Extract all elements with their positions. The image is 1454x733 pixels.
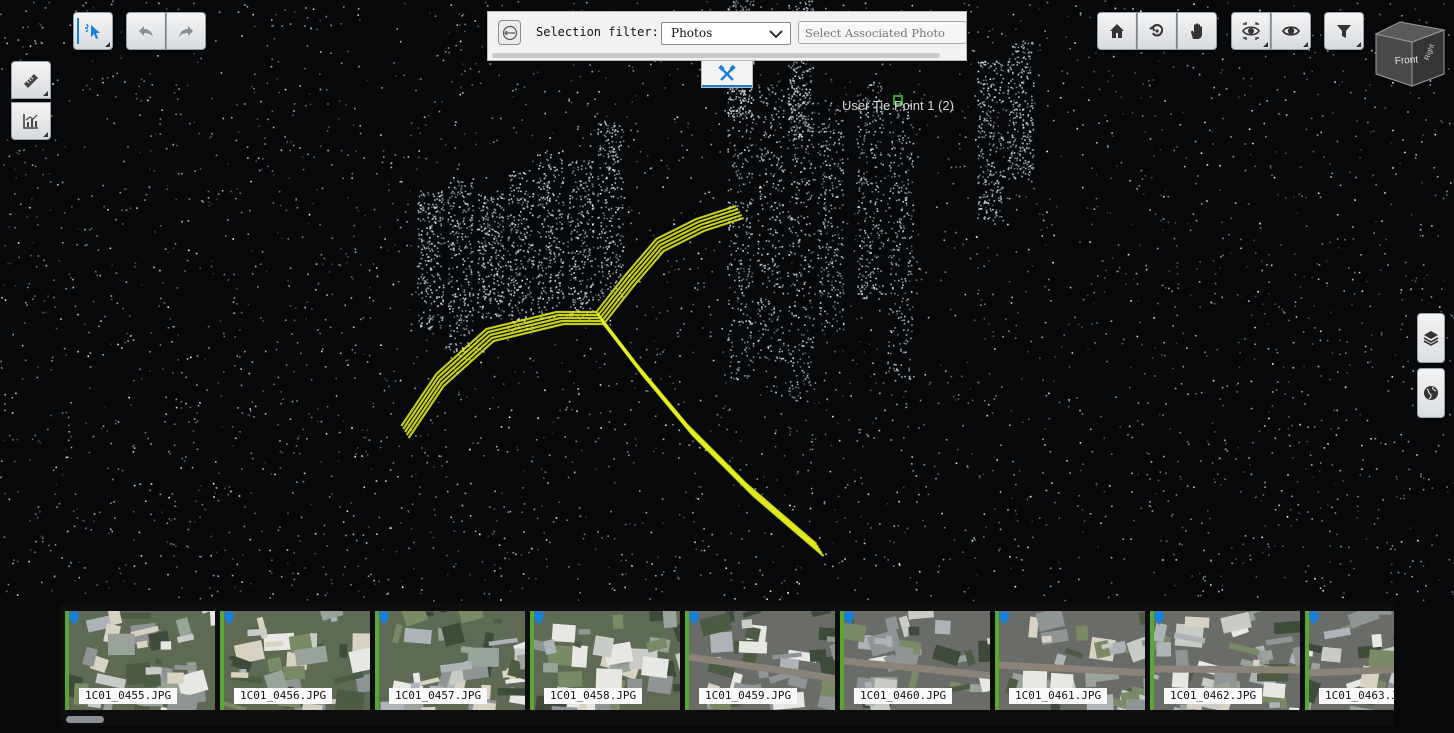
selection-filter-label: Selection filter:	[536, 25, 659, 39]
home-icon	[1110, 24, 1124, 38]
panel-scrollbar[interactable]	[492, 53, 940, 58]
chart-tool-button[interactable]	[11, 102, 51, 140]
location-pin-icon	[689, 611, 699, 625]
location-pin-icon	[534, 611, 544, 625]
undo-arrow-icon	[139, 26, 153, 37]
photo-thumbnail[interactable]: 1C01_0462.JPG	[1150, 611, 1300, 710]
location-pin-icon	[379, 611, 389, 625]
photo-thumbnail[interactable]: 1C01_0455.JPG	[65, 611, 215, 710]
collapse-panel-button[interactable]	[498, 20, 521, 45]
ruler-icon	[24, 74, 38, 88]
arrow-circle-icon	[502, 25, 517, 40]
photo-thumbnail[interactable]: 1C01_0461.JPG	[995, 611, 1145, 710]
pan-button[interactable]	[1177, 12, 1217, 50]
layers-button[interactable]	[1417, 313, 1445, 363]
layers-icon	[1423, 331, 1439, 346]
crossed-tools-icon	[718, 65, 736, 81]
eye-settings-icon	[1242, 22, 1260, 40]
photo-filename: 1C01_0455.JPG	[79, 688, 178, 704]
navigation-cube[interactable]: Front Right	[1374, 16, 1446, 88]
eye-icon	[1281, 26, 1301, 36]
associated-photo-input[interactable]	[798, 21, 967, 44]
globe-button[interactable]	[1417, 368, 1445, 418]
redo-arrow-icon	[179, 26, 193, 37]
chevron-down-icon	[769, 30, 783, 39]
funnel-icon	[1337, 25, 1351, 38]
select-tool-button[interactable]	[73, 12, 113, 50]
photo-thumbnail[interactable]: 1C01_0456.JPG	[220, 611, 370, 710]
photo-filmstrip[interactable]: 1C01_0455.JPG 1C01_0456.JPG 1C01_0457.JPG 1…	[60, 604, 1394, 726]
photo-filename: 1C01_0459.JPG	[699, 688, 798, 704]
photo-filename: 1C01_0456.JPG	[234, 688, 333, 704]
location-pin-icon	[999, 611, 1009, 625]
tie-point-label: User Tie Point 1 (2)	[842, 98, 954, 113]
nav-cube-front[interactable]: Front	[1394, 54, 1418, 67]
photo-filename: 1C01_0458.JPG	[544, 688, 643, 704]
photo-thumbnail[interactable]: 1C01_0458.JPG	[530, 611, 680, 710]
photo-filename: 1C01_0457.JPG	[389, 688, 488, 704]
globe-icon	[1424, 386, 1438, 400]
undo-button[interactable]	[126, 12, 166, 50]
tools-tab[interactable]	[701, 61, 753, 88]
measure-tool-button[interactable]	[11, 61, 51, 99]
bar-chart-icon	[23, 114, 38, 129]
photo-filename: 1C01_0463.JPG	[1319, 688, 1394, 704]
visibility-button[interactable]	[1271, 12, 1311, 50]
cursor-sparkle-icon	[85, 23, 100, 39]
location-pin-icon	[844, 611, 854, 625]
selection-filter-value: Photos	[671, 26, 713, 40]
orbit-button[interactable]	[1137, 12, 1177, 50]
redo-button[interactable]	[166, 12, 206, 50]
photo-thumbnail[interactable]: 1C01_0463.JPG	[1305, 611, 1394, 710]
filter-button[interactable]	[1324, 12, 1364, 50]
photo-thumbnail[interactable]: 1C01_0460.JPG	[840, 611, 990, 710]
view-options-button[interactable]	[1231, 12, 1271, 50]
location-pin-icon	[1154, 611, 1164, 625]
hand-icon	[1191, 23, 1202, 39]
photo-thumbnail[interactable]: 1C01_0457.JPG	[375, 611, 525, 710]
photo-filename: 1C01_0461.JPG	[1009, 688, 1108, 704]
location-pin-icon	[1309, 611, 1319, 625]
location-pin-icon	[69, 611, 79, 625]
selection-filter-panel: Selection filter: Photos	[487, 11, 967, 61]
location-pin-icon	[224, 611, 234, 625]
photo-filename: 1C01_0462.JPG	[1164, 688, 1263, 704]
orbit-icon	[1149, 24, 1164, 37]
selection-filter-dropdown[interactable]: Photos	[661, 22, 791, 45]
filmstrip-scrollbar[interactable]	[66, 716, 104, 723]
home-view-button[interactable]	[1097, 12, 1137, 50]
photo-thumbnail[interactable]: 1C01_0459.JPG	[685, 611, 835, 710]
photo-filename: 1C01_0460.JPG	[854, 688, 953, 704]
